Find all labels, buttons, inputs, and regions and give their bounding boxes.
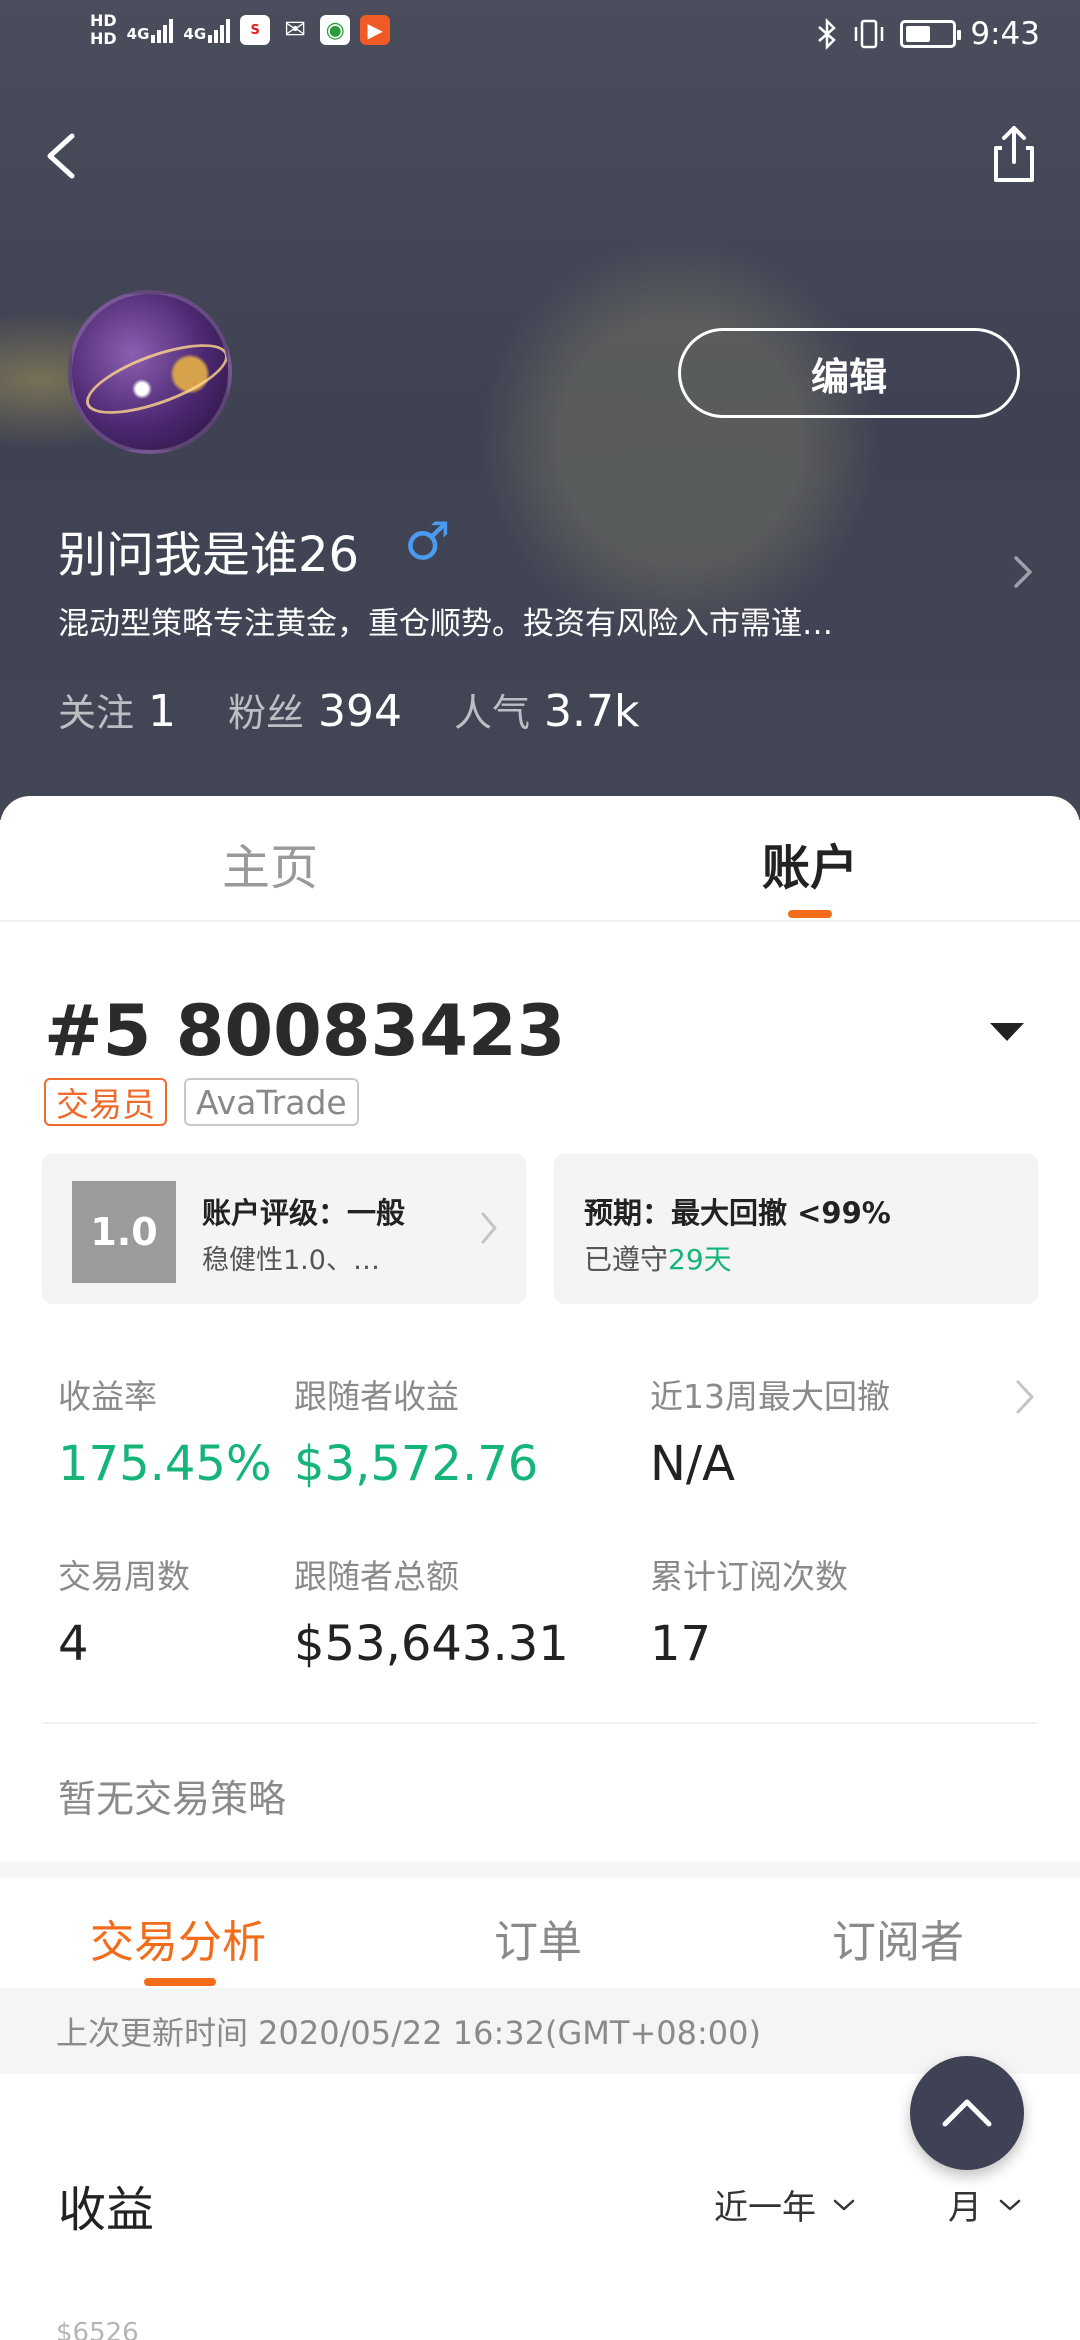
metric-value: 17 — [650, 1616, 712, 1672]
signal-icon-2: 4G — [183, 17, 231, 43]
metric-follower-total: 跟随者总额 $53,643.31 — [294, 1550, 569, 1672]
scroll-to-top-button[interactable] — [910, 2056, 1024, 2170]
share-icon — [994, 126, 1034, 182]
chevron-right-icon — [481, 1212, 497, 1244]
compliance-days: 29天 — [668, 1243, 732, 1276]
tab-account[interactable]: 账户 — [762, 828, 858, 898]
status-left-icons: HD HD 4G 4G S ✉ ◉ ▶ — [90, 11, 391, 48]
stat-popularity: 人气 3.7k — [454, 682, 639, 737]
last-update-text: 上次更新时间 2020/05/22 16:32(GMT+08:00) — [56, 2014, 761, 2052]
status-right-icons: 9:43 — [816, 16, 1040, 52]
expectation-prefix: 已遵守 — [584, 1243, 669, 1276]
avatar[interactable] — [68, 290, 232, 454]
battery-icon — [900, 20, 962, 48]
main-tab-bar: 主页 账户 — [0, 796, 1080, 922]
rating-badge: 1.0 — [72, 1181, 176, 1283]
metric-value: $53,643.31 — [294, 1616, 569, 1672]
tab-subscribers[interactable]: 订阅者 — [832, 1906, 964, 1970]
metric-label: 累计订阅次数 — [650, 1557, 848, 1596]
profile-stats: 关注 1 粉丝 394 人气 3.7k — [58, 682, 640, 737]
expectation-subtitle: 已遵守29天 — [584, 1238, 732, 1278]
sub-tab-indicator — [144, 1978, 216, 1986]
chevron-up-icon — [942, 2099, 992, 2127]
chevron-down-icon — [999, 2199, 1021, 2210]
status-time: 9:43 — [970, 16, 1040, 52]
metric-label: 跟随者总额 — [294, 1557, 459, 1596]
stat-label: 关注 — [58, 691, 135, 735]
period-filter-dropdown[interactable]: 月 — [948, 2180, 1022, 2229]
bluetooth-icon — [818, 18, 837, 50]
range-filter-label: 近一年 — [714, 2188, 816, 2228]
share-button[interactable] — [982, 118, 1046, 190]
rating-subtitle: 稳健性1.0、… — [202, 1245, 380, 1276]
account-number: #5 80083423 — [44, 990, 566, 1072]
male-gender-icon: ♂ — [404, 512, 451, 572]
metric-value: N/A — [650, 1436, 735, 1492]
vibrate-icon — [855, 19, 884, 49]
stat-label: 粉丝 — [228, 691, 305, 735]
metric-subscription-count: 累计订阅次数 17 — [650, 1550, 848, 1672]
metric-max-drawdown: 近13周最大回撤 N/A — [650, 1370, 890, 1492]
stat-value: 394 — [318, 686, 403, 737]
wechat-app-icon: ✉ — [284, 15, 307, 45]
no-strategy-text: 暂无交易策略 — [58, 1777, 287, 1821]
metric-label: 跟随者收益 — [294, 1377, 459, 1416]
metric-value: $3,572.76 — [294, 1436, 539, 1492]
profile-bio[interactable]: 混动型策略专注黄金，重仓顺势。投资有风险入市需谨… — [58, 598, 938, 643]
caret-down-icon[interactable] — [988, 1020, 1026, 1044]
tab-orders[interactable]: 订单 — [494, 1906, 582, 1970]
status-bar: HD HD 4G 4G S ✉ ◉ ▶ 9:43 — [0, 0, 1080, 80]
broker-tag: AvaTrade — [184, 1078, 359, 1126]
rating-title: 账户评级：一般 — [202, 1196, 406, 1230]
chevron-down-icon — [833, 2199, 855, 2210]
metric-label: 交易周数 — [58, 1557, 190, 1596]
metric-trading-weeks: 交易周数 4 — [58, 1550, 190, 1672]
username: 别问我是谁26 — [58, 527, 360, 583]
metric-value: 175.45% — [58, 1436, 272, 1492]
income-section-title: 收益 — [58, 2182, 155, 2238]
metric-label: 近13周最大回撤 — [650, 1377, 890, 1416]
video-app-icon: ▶ — [360, 15, 391, 45]
edit-profile-button[interactable]: 编辑 — [678, 328, 1020, 418]
signal-icon-1: 4G — [127, 17, 174, 43]
metric-value: 4 — [58, 1616, 89, 1672]
stat-value: 1 — [148, 686, 177, 737]
stat-value: 3.7k — [544, 686, 640, 737]
chart-y-axis-top-label: $6526 — [56, 2318, 139, 2340]
chevron-right-icon[interactable] — [1012, 1374, 1038, 1420]
chevron-left-icon — [47, 133, 75, 179]
metric-label: 收益率 — [58, 1377, 157, 1416]
expectation-card: 预期：最大回撤 <99% 已遵守29天 — [554, 1154, 1038, 1304]
metric-return-rate: 收益率 175.45% — [58, 1370, 272, 1492]
role-tag: 交易员 — [44, 1078, 167, 1126]
hd-indicator: HD HD — [90, 11, 117, 48]
metric-follower-profit: 跟随者收益 $3,572.76 — [294, 1370, 538, 1492]
last-update-bar: 上次更新时间 2020/05/22 16:32(GMT+08:00) — [0, 1988, 1080, 2074]
tab-home[interactable]: 主页 — [222, 828, 318, 898]
back-button[interactable] — [38, 118, 88, 192]
expectation-title: 预期：最大回撤 <99% — [584, 1196, 891, 1230]
section-separator — [0, 1862, 1080, 1878]
sina-app-icon: S — [240, 15, 271, 45]
tab-trade-analysis[interactable]: 交易分析 — [90, 1906, 266, 1970]
stat-followers[interactable]: 粉丝 394 — [228, 682, 402, 737]
chevron-right-icon[interactable] — [1008, 550, 1038, 594]
stat-following[interactable]: 关注 1 — [58, 682, 176, 737]
profile-header: HD HD 4G 4G S ✉ ◉ ▶ 9:43 编辑 别问我是谁26 ♂ 混动… — [0, 0, 1080, 820]
account-rating-card[interactable]: 1.0 账户评级：一般 稳健性1.0、… — [42, 1154, 526, 1304]
range-filter-dropdown[interactable]: 近一年 — [714, 2180, 856, 2229]
browser-app-icon: ◉ — [320, 15, 351, 45]
divider — [42, 1722, 1038, 1724]
stat-label: 人气 — [454, 691, 531, 735]
period-filter-label: 月 — [948, 2188, 982, 2228]
tab-indicator — [788, 910, 832, 918]
